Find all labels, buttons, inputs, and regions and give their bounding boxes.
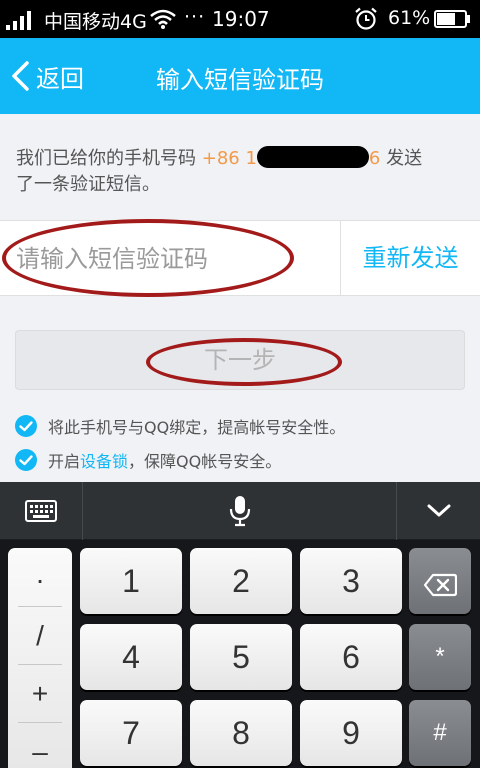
code-input-row: 重新发送 [0,220,480,296]
check-icon [15,415,37,437]
page-title: 输入短信验证码 [156,66,324,94]
numeric-keyboard: · / + – 1 2 3 4 5 6 * 7 8 9 # [0,540,480,768]
digit-key-1[interactable]: 1 [80,548,182,614]
digit-key-2[interactable]: 2 [190,548,292,614]
symbol-divider [18,722,62,723]
phone-end: 6 [368,148,381,169]
notice-line-2: 了一条验证短信。 [16,174,160,195]
digit-key-3[interactable]: 3 [300,548,402,614]
device-lock-suffix: ，保障QQ帐号安全。 [128,452,282,471]
backspace-icon [423,573,458,597]
title-bar: 返回 输入短信验证码 [0,38,480,114]
battery-icon [434,10,470,28]
keyboard-toolbar [0,482,480,540]
notice-prefix: 我们已给你的手机号码 [16,148,196,169]
signal-icon [6,11,31,30]
check-icon [15,449,37,471]
status-bar: 中国移动4G ··· 19:07 61% [0,0,480,38]
next-button[interactable]: 下一步 [15,330,465,390]
more-indicator: ··· [184,6,206,28]
keyboard-icon [25,500,57,522]
sms-notice: 我们已给你的手机号码 +86 1 6 发送 了一条验证短信。 [16,146,466,198]
notice-suffix: 发送 [386,148,423,169]
battery-percent: 61% [388,7,431,29]
hide-keyboard-button[interactable] [397,482,480,540]
wifi-icon [150,9,176,29]
symbol-key[interactable]: / [8,608,72,664]
device-lock-prefix: 开启 [48,452,81,471]
alarm-icon [355,7,377,30]
backspace-key[interactable] [409,548,471,614]
voice-input-button[interactable] [83,482,396,540]
symbol-key[interactable]: – [8,724,72,768]
symbol-key[interactable]: · [8,552,72,608]
microphone-icon [229,496,250,527]
digit-key-8[interactable]: 8 [190,700,292,766]
phone-redaction [256,146,369,168]
asterisk-key[interactable]: * [409,624,471,690]
symbol-divider [18,664,62,665]
phone-start: 1 [245,148,257,169]
digit-key-9[interactable]: 9 [300,700,402,766]
resend-button[interactable]: 重新发送 [341,221,480,295]
keyboard-switch-button[interactable] [0,482,82,540]
device-lock-link[interactable]: 设备锁 [80,448,128,472]
bind-phone-option[interactable]: 将此手机号与QQ绑定，提高帐号安全性。 [14,412,345,440]
hash-key[interactable]: # [409,700,471,766]
carrier-name: 中国移动4G [44,11,147,33]
digit-key-4[interactable]: 4 [80,624,182,690]
clock: 19:07 [212,7,270,31]
bind-phone-label: 将此手机号与QQ绑定，提高帐号安全性。 [48,418,346,437]
sms-code-input[interactable] [16,239,326,279]
symbol-divider [18,606,62,607]
digit-key-6[interactable]: 6 [300,624,402,690]
chevron-down-icon [427,504,450,517]
device-lock-option[interactable]: 开启 设备锁 ，保障QQ帐号安全。 [14,446,281,474]
symbol-key[interactable]: + [8,666,72,722]
digit-key-7[interactable]: 7 [80,700,182,766]
symbol-panel: · / + – [8,548,72,768]
digit-key-5[interactable]: 5 [190,624,292,690]
country-code: +86 [201,148,240,169]
